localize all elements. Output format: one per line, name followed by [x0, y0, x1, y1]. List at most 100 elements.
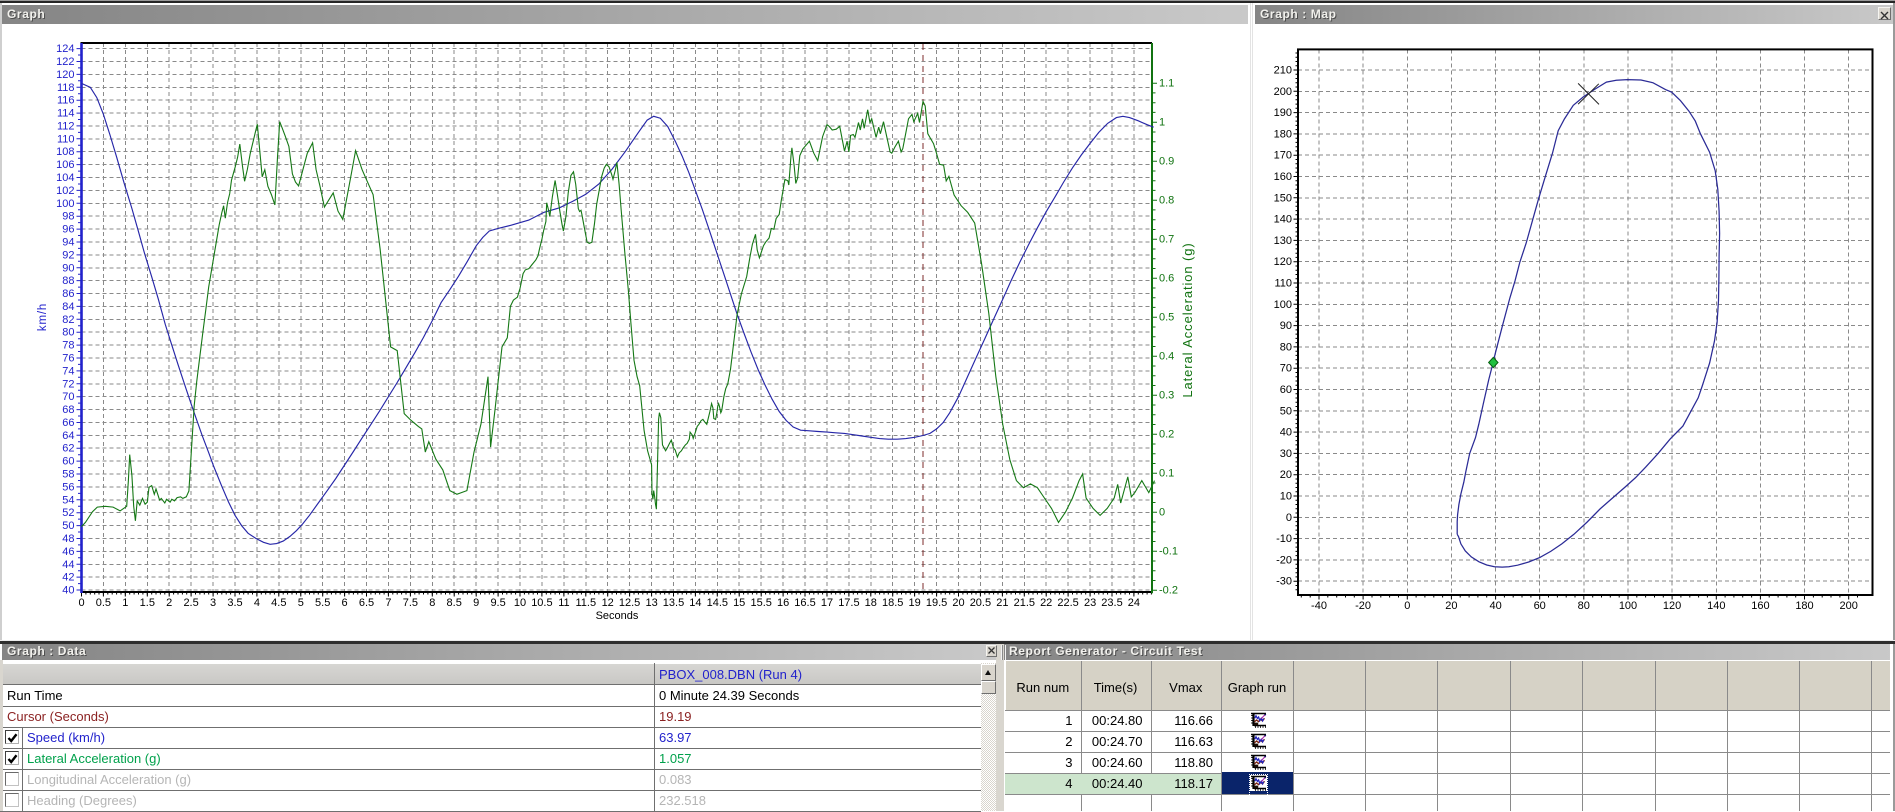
svg-text:13: 13	[645, 597, 657, 609]
svg-text:0.5: 0.5	[96, 597, 111, 609]
svg-text:7.5: 7.5	[403, 597, 418, 609]
svg-text:-20: -20	[1355, 600, 1371, 612]
svg-text:170: 170	[1274, 150, 1292, 162]
svg-text:40: 40	[1280, 427, 1292, 439]
svg-text:52: 52	[62, 507, 74, 519]
svg-text:90: 90	[62, 262, 74, 274]
svg-text:km/h: km/h	[37, 303, 49, 331]
svg-text:6: 6	[342, 597, 348, 609]
svg-text:0.9: 0.9	[1159, 156, 1174, 168]
svg-text:70: 70	[62, 391, 74, 403]
svg-text:200: 200	[1840, 600, 1858, 612]
svg-text:8: 8	[429, 597, 435, 609]
svg-text:11: 11	[558, 597, 569, 609]
svg-text:86: 86	[62, 288, 74, 300]
svg-text:Seconds: Seconds	[596, 610, 639, 622]
svg-text:116: 116	[57, 95, 75, 107]
svg-text:9: 9	[473, 597, 479, 609]
svg-text:40: 40	[1489, 600, 1501, 612]
svg-text:0: 0	[1286, 512, 1292, 524]
svg-text:1.1: 1.1	[1159, 78, 1174, 90]
svg-text:20: 20	[1445, 600, 1457, 612]
svg-text:20.5: 20.5	[970, 597, 991, 609]
svg-text:18: 18	[865, 597, 877, 609]
svg-text:124: 124	[56, 43, 74, 55]
svg-text:100: 100	[1274, 299, 1292, 311]
svg-text:23.5: 23.5	[1101, 597, 1122, 609]
svg-text:90: 90	[1280, 320, 1292, 332]
svg-text:150: 150	[1274, 192, 1292, 204]
svg-text:80: 80	[62, 327, 74, 339]
svg-text:7: 7	[385, 597, 391, 609]
svg-text:80: 80	[1280, 341, 1292, 353]
svg-text:46: 46	[62, 546, 74, 558]
svg-text:210: 210	[1274, 65, 1292, 77]
svg-text:-10: -10	[1276, 533, 1292, 545]
svg-text:110: 110	[57, 133, 75, 145]
svg-text:17: 17	[821, 597, 833, 609]
svg-text:0.7: 0.7	[1159, 234, 1174, 246]
svg-text:60: 60	[1280, 384, 1292, 396]
svg-text:2.5: 2.5	[183, 597, 198, 609]
svg-text:0.6: 0.6	[1159, 273, 1174, 285]
svg-text:1: 1	[1159, 117, 1165, 129]
svg-text:0: 0	[1159, 507, 1165, 519]
svg-text:60: 60	[1534, 600, 1546, 612]
svg-text:0.8: 0.8	[1159, 195, 1174, 207]
svg-text:23: 23	[1084, 597, 1096, 609]
svg-text:100: 100	[1619, 600, 1637, 612]
svg-text:10: 10	[1280, 491, 1292, 503]
svg-text:4.5: 4.5	[271, 597, 286, 609]
svg-text:11.5: 11.5	[576, 597, 597, 609]
svg-text:5.5: 5.5	[315, 597, 330, 609]
svg-text:82: 82	[62, 314, 74, 326]
svg-text:18.5: 18.5	[882, 597, 903, 609]
svg-text:0.3: 0.3	[1159, 390, 1174, 402]
svg-text:22.5: 22.5	[1057, 597, 1078, 609]
svg-text:62: 62	[62, 443, 74, 455]
svg-text:80: 80	[1578, 600, 1590, 612]
svg-text:15: 15	[733, 597, 745, 609]
svg-text:140: 140	[1707, 600, 1725, 612]
svg-text:0: 0	[78, 597, 84, 609]
svg-text:122: 122	[56, 56, 74, 68]
svg-text:21: 21	[996, 597, 1008, 609]
svg-text:72: 72	[62, 378, 74, 390]
svg-text:78: 78	[62, 340, 74, 352]
svg-text:104: 104	[56, 172, 74, 184]
svg-text:76: 76	[62, 353, 74, 365]
svg-text:110: 110	[1274, 278, 1292, 290]
svg-text:19.5: 19.5	[926, 597, 947, 609]
svg-text:108: 108	[56, 146, 74, 158]
svg-text:96: 96	[62, 224, 74, 236]
svg-text:14: 14	[689, 597, 701, 609]
svg-text:180: 180	[1274, 128, 1292, 140]
svg-text:42: 42	[62, 572, 74, 584]
svg-text:3: 3	[210, 597, 216, 609]
svg-text:21.5: 21.5	[1014, 597, 1035, 609]
svg-text:120: 120	[56, 69, 74, 81]
svg-text:200: 200	[1274, 86, 1292, 98]
svg-text:0.5: 0.5	[1159, 312, 1174, 324]
svg-text:102: 102	[56, 185, 74, 197]
svg-text:10: 10	[514, 597, 526, 609]
svg-text:5: 5	[298, 597, 304, 609]
svg-text:130: 130	[1274, 235, 1292, 247]
svg-text:44: 44	[62, 559, 74, 571]
svg-text:-0.1: -0.1	[1159, 546, 1178, 558]
svg-text:19: 19	[908, 597, 920, 609]
svg-text:-0.2: -0.2	[1159, 585, 1178, 597]
svg-text:4: 4	[254, 597, 260, 609]
svg-text:120: 120	[1663, 600, 1681, 612]
svg-text:16.5: 16.5	[794, 597, 815, 609]
svg-text:10.5: 10.5	[531, 597, 552, 609]
svg-text:-20: -20	[1276, 554, 1292, 566]
svg-text:13.5: 13.5	[663, 597, 684, 609]
svg-text:8.5: 8.5	[447, 597, 462, 609]
svg-text:84: 84	[62, 301, 74, 313]
svg-text:50: 50	[1280, 405, 1292, 417]
svg-text:64: 64	[62, 430, 74, 442]
svg-text:140: 140	[1274, 214, 1292, 226]
svg-text:30: 30	[1280, 448, 1292, 460]
svg-text:180: 180	[1795, 600, 1813, 612]
